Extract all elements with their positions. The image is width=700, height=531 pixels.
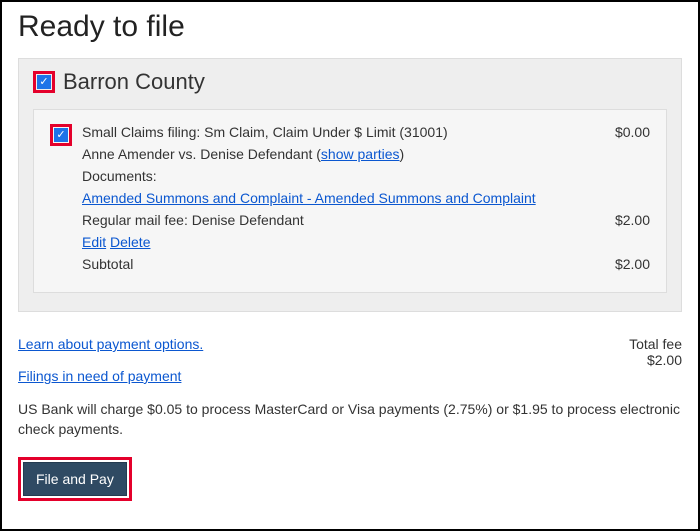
filings-need-payment-link[interactable]: Filings in need of payment	[18, 368, 203, 384]
file-and-pay-button[interactable]: File and Pay	[23, 462, 127, 496]
subtotal-label: Subtotal	[82, 256, 595, 272]
edit-link[interactable]: Edit	[82, 234, 106, 250]
county-header: ✓ Barron County	[33, 69, 667, 95]
total-label: Total fee	[629, 336, 682, 352]
mail-fee-amount: $2.00	[595, 212, 650, 228]
filing-description-amount: $0.00	[595, 124, 650, 140]
document-link[interactable]: Amended Summons and Complaint - Amended …	[82, 190, 536, 206]
county-checkbox[interactable]: ✓	[37, 75, 51, 89]
parties-close: )	[400, 146, 405, 162]
filing-checkbox-highlight: ✓	[50, 124, 72, 146]
file-and-pay-highlight: File and Pay	[18, 457, 132, 501]
parties-text: Anne Amender vs. Denise Defendant (	[82, 146, 321, 162]
documents-label: Documents:	[82, 168, 650, 184]
payment-options-link[interactable]: Learn about payment options.	[18, 336, 203, 352]
mail-fee-label: Regular mail fee: Denise Defendant	[82, 212, 595, 228]
payment-disclaimer: US Bank will charge $0.05 to process Mas…	[18, 400, 682, 439]
subtotal-amount: $2.00	[595, 256, 650, 272]
total-amount: $2.00	[629, 352, 682, 368]
county-name: Barron County	[63, 69, 205, 95]
filing-parties: Anne Amender vs. Denise Defendant (show …	[82, 146, 650, 162]
delete-link[interactable]: Delete	[110, 234, 150, 250]
filing-checkbox[interactable]: ✓	[54, 128, 68, 142]
county-panel: ✓ Barron County ✓ Small Claims filing: S…	[18, 58, 682, 312]
ready-to-file-panel: Ready to file ✓ Barron County ✓ Small Cl…	[0, 0, 700, 531]
filing-body: Small Claims filing: Sm Claim, Claim Und…	[82, 124, 650, 278]
total-block: Total fee $2.00	[629, 336, 682, 384]
filing-panel: ✓ Small Claims filing: Sm Claim, Claim U…	[33, 109, 667, 293]
filing-row: ✓ Small Claims filing: Sm Claim, Claim U…	[50, 124, 650, 278]
show-parties-link[interactable]: show parties	[321, 146, 400, 162]
filing-description: Small Claims filing: Sm Claim, Claim Und…	[82, 124, 595, 140]
page-title: Ready to file	[18, 10, 682, 44]
county-checkbox-highlight: ✓	[33, 71, 55, 93]
footer-row: Learn about payment options. Filings in …	[18, 336, 682, 384]
